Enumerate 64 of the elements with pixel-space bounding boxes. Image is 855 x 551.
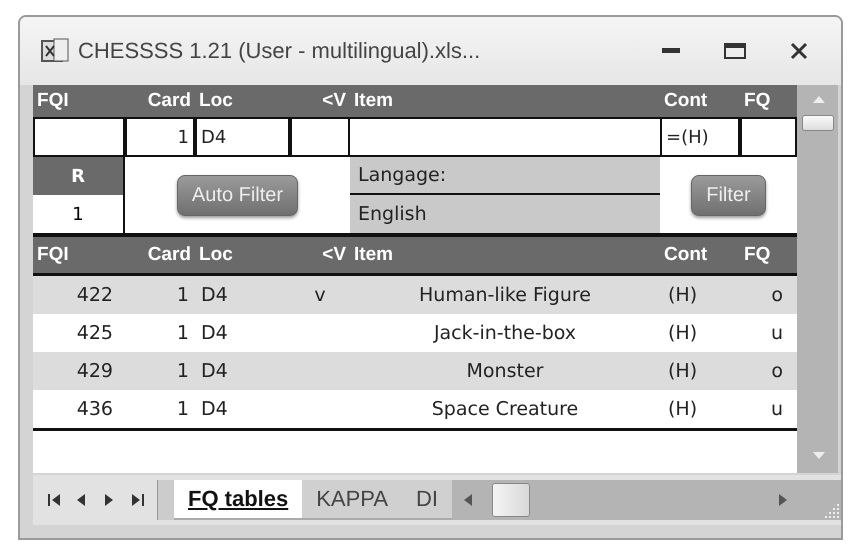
table-cell-text: Jack-in-the-box bbox=[432, 321, 578, 346]
filter-input-field[interactable]: =(H) bbox=[660, 117, 740, 157]
table-cell-text: (H) bbox=[667, 283, 698, 308]
table-cell-text: 1 bbox=[176, 321, 190, 346]
scroll-thumb[interactable] bbox=[492, 483, 530, 517]
column-header: <V bbox=[321, 89, 347, 113]
column-header: Loc bbox=[198, 243, 234, 267]
window-title: CHESSSS 1.21 (User - multilingual).xls... bbox=[78, 38, 482, 64]
table-cell-text: (H) bbox=[667, 397, 698, 422]
table-cell-text: 1 bbox=[176, 397, 190, 422]
maximize-icon[interactable] bbox=[724, 43, 746, 59]
first-sheet-icon[interactable] bbox=[47, 492, 61, 508]
table-cell-text: Space Creature bbox=[430, 397, 580, 422]
table-cell-text: (H) bbox=[667, 359, 698, 384]
sheet-tab[interactable]: KAPPA bbox=[302, 480, 402, 520]
last-sheet-icon[interactable] bbox=[131, 492, 145, 508]
column-header: Item bbox=[353, 243, 394, 267]
table-cell-text: D4 bbox=[200, 283, 229, 308]
column-header: Card bbox=[146, 89, 192, 113]
language-label: Langage: bbox=[350, 157, 660, 195]
table-cell-text: u bbox=[770, 321, 784, 346]
r-value: 1 bbox=[71, 202, 85, 226]
filter-input-field[interactable]: D4 bbox=[195, 117, 290, 157]
column-header: FQI bbox=[36, 243, 70, 267]
column-header: Cont bbox=[663, 243, 708, 267]
filter-input-field[interactable]: 1 bbox=[125, 117, 195, 157]
table-cell-text: 1 bbox=[176, 283, 190, 308]
column-header: <V bbox=[321, 243, 347, 267]
table-cell-text: Monster bbox=[466, 359, 544, 384]
table-cell-text: o bbox=[770, 283, 784, 308]
table-cell-text: 425 bbox=[76, 321, 114, 346]
table-cell-text: u bbox=[770, 397, 784, 422]
sheet-tab[interactable]: FQ tables bbox=[174, 480, 302, 520]
column-header: Cont bbox=[663, 89, 708, 113]
table-cell-text: Human-like Figure bbox=[418, 283, 592, 308]
excel-file-icon bbox=[40, 37, 70, 65]
language-value: English bbox=[357, 202, 428, 227]
vertical-scrollbar[interactable] bbox=[797, 85, 838, 473]
r-header: R bbox=[33, 157, 123, 195]
table-cell-text: o bbox=[770, 359, 784, 384]
column-header: FQ bbox=[743, 89, 772, 113]
scroll-thumb[interactable] bbox=[802, 115, 834, 131]
close-icon[interactable] bbox=[789, 41, 809, 61]
column-header: FQ bbox=[743, 243, 772, 267]
column-header: Item bbox=[353, 89, 394, 113]
table-cell-text: 422 bbox=[76, 283, 114, 308]
tab-split-handle[interactable] bbox=[157, 480, 174, 520]
minimize-icon[interactable] bbox=[662, 48, 680, 54]
table-cell-text: v bbox=[313, 283, 327, 308]
filter-input-field[interactable] bbox=[33, 117, 125, 157]
table-cell-text: D4 bbox=[200, 359, 229, 384]
column-header: FQI bbox=[36, 89, 70, 113]
filter-input-field[interactable] bbox=[290, 117, 350, 157]
table-cell-text: 436 bbox=[76, 397, 114, 422]
column-header: Loc bbox=[198, 89, 234, 113]
sheet-tab[interactable]: DI bbox=[402, 480, 452, 520]
horizontal-scrollbar[interactable] bbox=[452, 480, 801, 520]
table-cell-text: D4 bbox=[200, 321, 229, 346]
table-cell-text: (H) bbox=[667, 321, 698, 346]
filter-input-field[interactable] bbox=[740, 117, 797, 157]
table-cell-text: D4 bbox=[200, 397, 229, 422]
table-cell-text: 429 bbox=[76, 359, 114, 384]
column-header: Card bbox=[146, 243, 192, 267]
table-cell-text: 1 bbox=[176, 359, 190, 384]
